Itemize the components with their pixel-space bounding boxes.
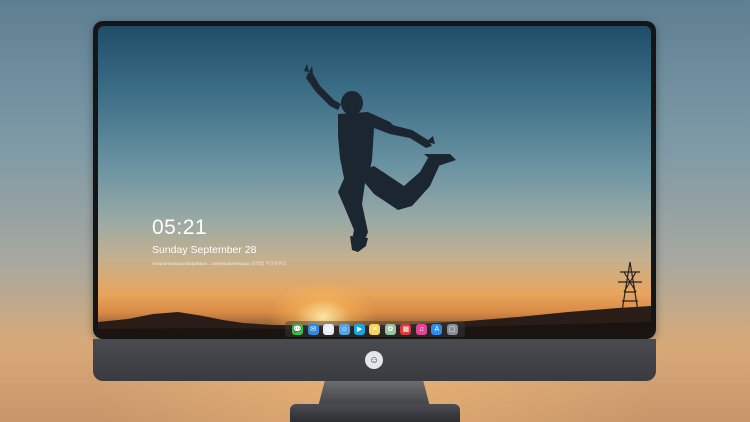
jumping-person-silhouette <box>304 64 456 252</box>
wallpaper-silhouettes <box>98 64 651 337</box>
dock-app-notes[interactable]: ≡ <box>369 323 381 335</box>
notes-icon: ≡ <box>372 325 378 333</box>
dock-app-photos[interactable]: ✿ <box>384 323 396 335</box>
dock-app-video[interactable]: ▶ <box>354 323 366 335</box>
dock-app-calendar[interactable]: ▦ <box>400 323 412 335</box>
dock-app-appstore[interactable]: A <box>431 323 443 335</box>
video-icon: ▶ <box>356 325 363 333</box>
calendar-icon: ▦ <box>402 325 410 333</box>
user-avatar-icon: ☺ <box>365 351 383 369</box>
lock-screen-date: Sunday September 28 <box>152 244 257 256</box>
monitor-bezel: 05:21 Sunday September 28 Ankaranoeisyao… <box>93 21 656 339</box>
mail-icon: ✉ <box>310 325 317 333</box>
lock-screen-time: 05:21 <box>152 216 208 239</box>
dock: 💬 ✉ ◎ ☺ ▶ ≡ ✿ ▦ ♫ A ▢ <box>285 321 465 337</box>
desktop-screen: 05:21 Sunday September 28 Ankaranoeisyao… <box>98 26 651 337</box>
dock-app-itunes[interactable]: ♫ <box>415 323 427 335</box>
power-tower <box>618 261 642 312</box>
dock-app-messages[interactable]: 💬 <box>292 323 304 335</box>
dock-app-finder[interactable]: ☺ <box>338 323 350 335</box>
monitor-stand-base <box>290 404 460 422</box>
messages-icon: 💬 <box>293 325 303 333</box>
lock-screen-subtitle: Ankaranoeisyaoodatjulkaan...ooeisytyaooe… <box>152 261 287 266</box>
dock-app-trash[interactable]: ▢ <box>446 323 458 335</box>
dock-app-safari[interactable]: ◎ <box>323 323 335 335</box>
dock-app-mail[interactable]: ✉ <box>307 323 319 335</box>
finder-icon: ☺ <box>340 325 348 333</box>
trash-icon: ▢ <box>448 325 456 333</box>
appstore-icon: A <box>434 325 440 333</box>
itunes-icon: ♫ <box>418 325 424 333</box>
safari-icon: ◎ <box>325 325 332 333</box>
photos-icon: ✿ <box>387 325 394 333</box>
imac-monitor: 05:21 Sunday September 28 Ankaranoeisyao… <box>93 21 656 381</box>
